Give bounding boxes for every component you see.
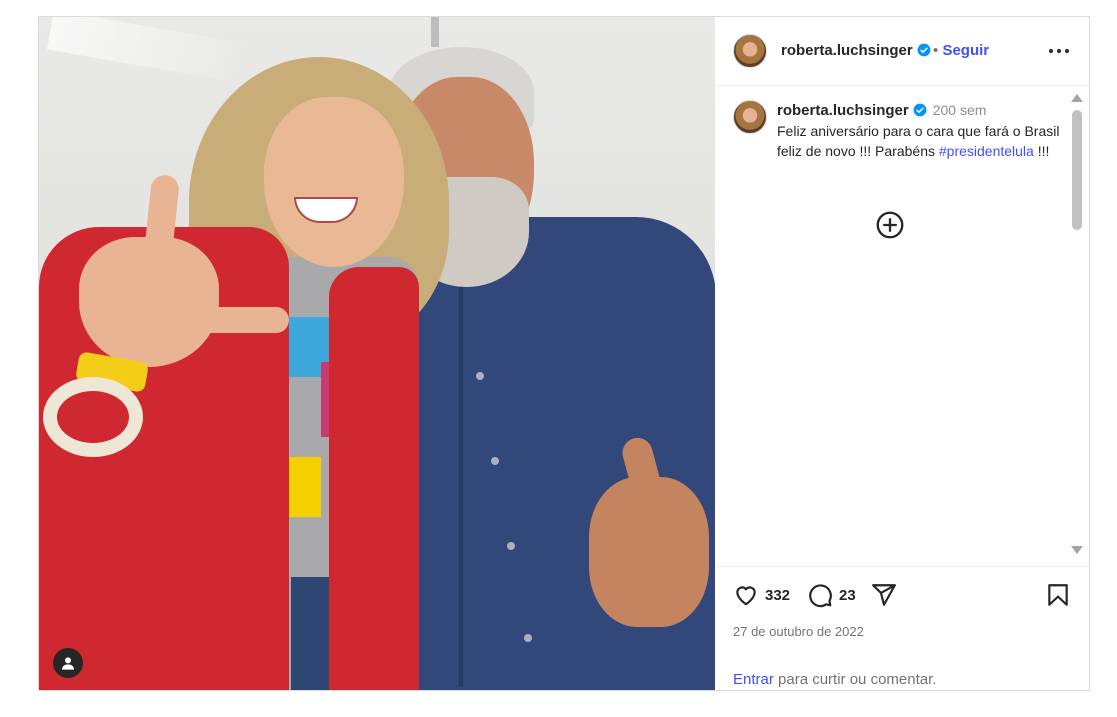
follow-button[interactable]: Seguir <box>942 42 989 59</box>
white-bangle <box>43 377 143 457</box>
comment-button[interactable]: 23 <box>807 582 856 608</box>
shirt-button <box>491 457 499 465</box>
post-header: roberta.luchsinger • Seguir <box>715 17 1089 86</box>
scroll-down-arrow-icon[interactable] <box>1071 546 1083 554</box>
post-actions: 332 23 27 de outubro de 2022 Entrar para… <box>715 566 1089 690</box>
verified-badge-icon <box>913 103 927 117</box>
follow-separator: • <box>933 42 939 59</box>
verified-badge-icon <box>917 43 931 57</box>
comments-section: roberta.luchsinger 200 sem Feliz aniversá… <box>715 86 1089 566</box>
instagram-post: roberta.luchsinger • Seguir roberta.luch… <box>38 16 1090 691</box>
post-sidebar: roberta.luchsinger • Seguir roberta.luch… <box>715 17 1089 690</box>
share-button[interactable] <box>871 582 897 608</box>
follow-group: • Seguir <box>933 42 989 59</box>
post-photo[interactable] <box>39 17 715 690</box>
scroll-up-arrow-icon[interactable] <box>1071 94 1083 102</box>
login-prompt: Entrar para curtir ou comentar. <box>733 671 936 688</box>
user-tag-icon[interactable] <box>53 648 83 678</box>
caption-username[interactable]: roberta.luchsinger <box>777 102 909 119</box>
tshirt-print <box>286 457 321 517</box>
hashtag-link[interactable]: #presidentelula <box>939 143 1034 159</box>
caption-text-end: !!! <box>1033 143 1050 159</box>
more-options-icon[interactable] <box>1047 43 1071 59</box>
heart-icon <box>736 586 756 606</box>
shirt-button <box>507 542 515 550</box>
author-avatar[interactable] <box>733 34 767 68</box>
scroll-thumb[interactable] <box>1072 110 1082 230</box>
login-prompt-text: para curtir ou comentar. <box>773 671 937 688</box>
like-button[interactable]: 332 <box>733 582 790 608</box>
like-count[interactable]: 332 <box>765 587 790 604</box>
caption-timestamp[interactable]: 200 sem <box>933 102 987 118</box>
woman-face <box>264 97 404 267</box>
save-button[interactable] <box>1045 582 1071 608</box>
plus-circle-icon[interactable] <box>876 211 904 239</box>
background-pole <box>431 17 439 47</box>
login-link[interactable]: Entrar <box>733 671 774 688</box>
caption-author-avatar[interactable] <box>733 100 767 134</box>
author-username-text[interactable]: roberta.luchsinger <box>781 42 913 59</box>
caption-body: roberta.luchsinger 200 sem Feliz aniversá… <box>777 100 1067 161</box>
shirt-placket <box>459 257 463 687</box>
bookmark-icon <box>1048 584 1068 606</box>
author-username[interactable]: roberta.luchsinger <box>781 42 931 59</box>
comment-count[interactable]: 23 <box>839 587 856 604</box>
comments-scrollbar[interactable] <box>1071 94 1085 554</box>
paper-plane-icon <box>872 584 896 606</box>
post-date[interactable]: 27 de outubro de 2022 <box>733 624 864 639</box>
comment-bubble-icon <box>809 584 832 608</box>
shirt-button <box>476 372 484 380</box>
l-gesture-thumb <box>189 307 289 333</box>
red-jacket-lapel <box>329 267 419 690</box>
shirt-button <box>524 634 532 642</box>
ceiling-light <box>47 17 251 85</box>
